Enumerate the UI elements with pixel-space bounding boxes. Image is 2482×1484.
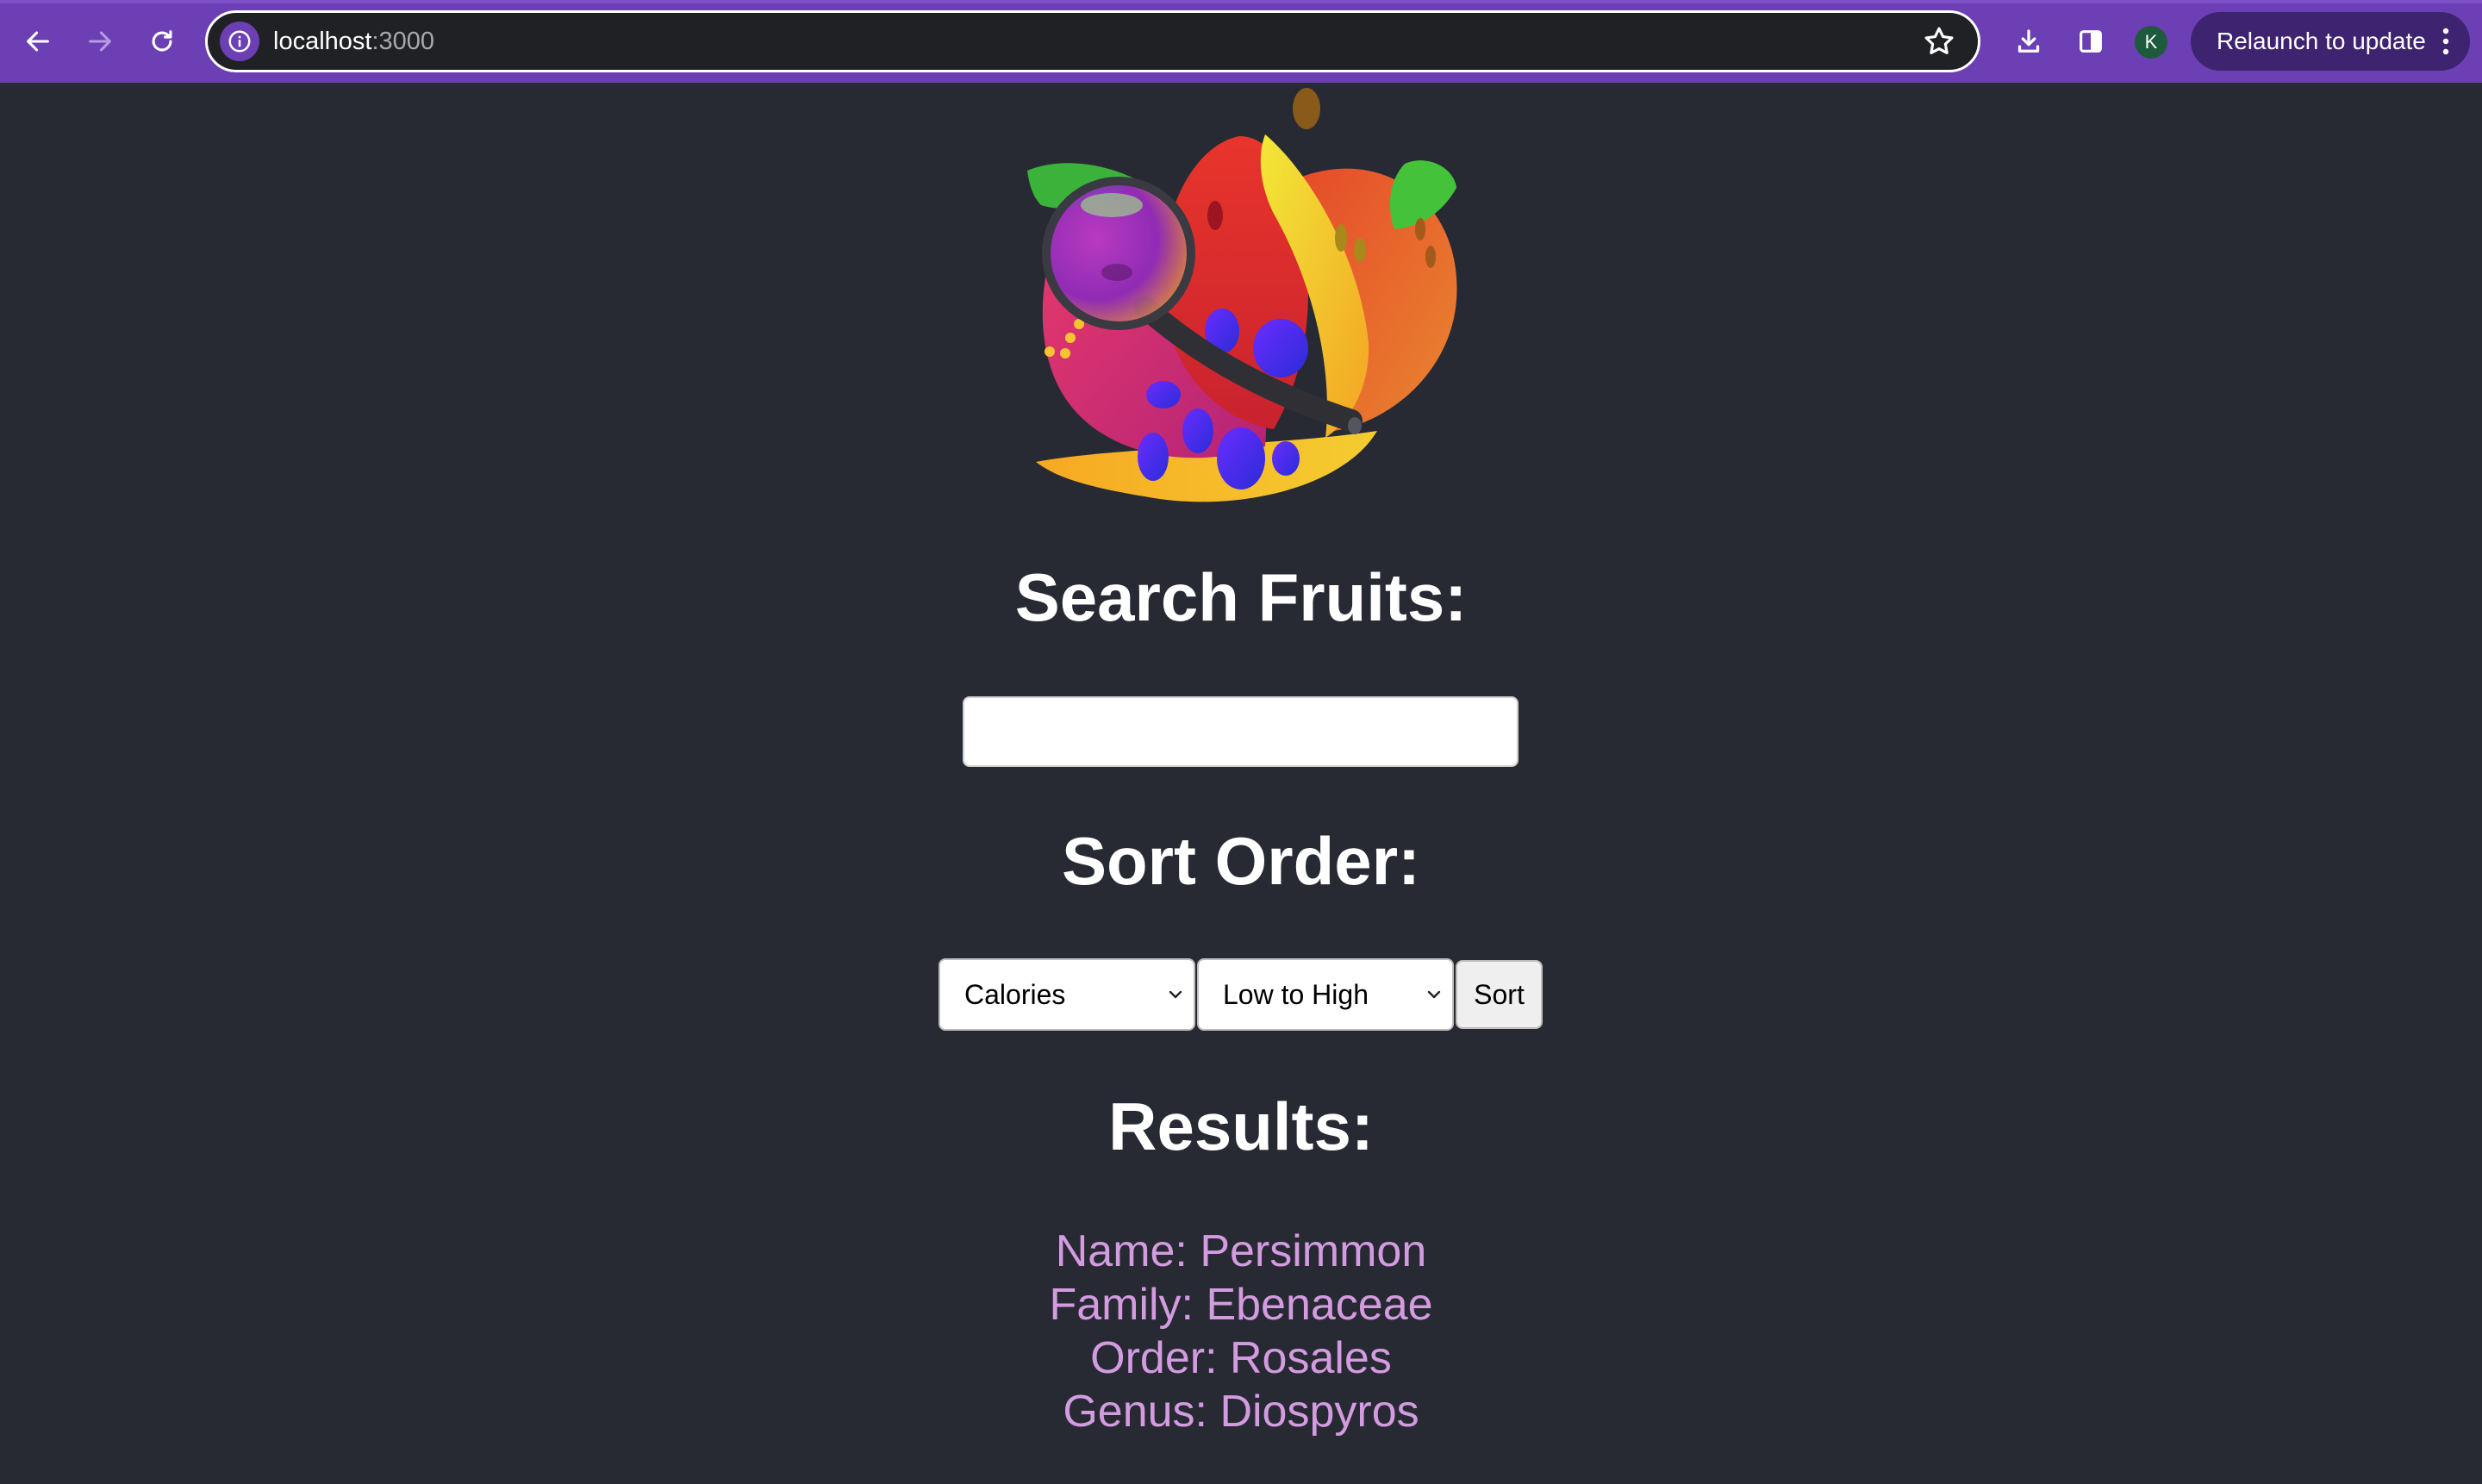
download-icon <box>2017 29 2040 53</box>
forward-button[interactable] <box>74 16 126 67</box>
relaunch-button[interactable]: Relaunch to update <box>2191 12 2470 71</box>
result-family: Family: Ebenaceae <box>1049 1280 1433 1330</box>
search-input[interactable] <box>963 696 1519 767</box>
url-host: localhost <box>273 28 372 55</box>
sort-heading: Sort Order: <box>1061 823 1421 899</box>
tab-strip-edge <box>0 0 2482 3</box>
reload-icon <box>152 30 172 52</box>
info-icon <box>228 30 251 53</box>
browser-toolbar: localhost:3000 K Relaunch to update <box>0 0 2482 83</box>
sort-field-select[interactable]: Calories <box>939 958 1195 1031</box>
url-text[interactable]: localhost:3000 <box>273 13 434 70</box>
side-panel-icon <box>2080 30 2102 53</box>
chevron-down-icon <box>1427 990 1441 999</box>
sort-button[interactable]: Sort <box>1456 960 1543 1029</box>
search-heading: Search Fruits: <box>1014 559 1468 635</box>
site-info-button[interactable] <box>220 22 259 61</box>
result-name: Name: Persimmon <box>1055 1226 1427 1276</box>
downloads-button[interactable] <box>2008 21 2049 62</box>
sort-direction-value: Low to High <box>1223 978 1369 1010</box>
bookmark-star-icon[interactable] <box>1921 23 1957 59</box>
side-panel-button[interactable] <box>2070 21 2111 62</box>
reload-button[interactable] <box>136 16 188 67</box>
profile-avatar[interactable]: K <box>2135 26 2167 59</box>
url-port: :3000 <box>371 28 435 55</box>
chevron-down-icon <box>1169 990 1182 999</box>
address-bar[interactable]: localhost:3000 <box>205 10 1980 72</box>
result-genus: Genus: Diospyros <box>1063 1387 1419 1437</box>
sort-direction-select[interactable]: Low to High <box>1197 958 1454 1031</box>
fruit-logo <box>1027 88 1457 502</box>
arrow-left-icon <box>27 31 49 52</box>
arrow-right-icon <box>89 31 111 52</box>
sort-field-value: Calories <box>964 978 1066 1010</box>
more-menu-icon[interactable] <box>2442 28 2449 55</box>
back-button[interactable] <box>12 16 64 67</box>
result-order: Order: Rosales <box>1090 1333 1392 1383</box>
results-heading: Results: <box>1108 1088 1374 1164</box>
relaunch-label: Relaunch to update <box>2217 28 2426 54</box>
